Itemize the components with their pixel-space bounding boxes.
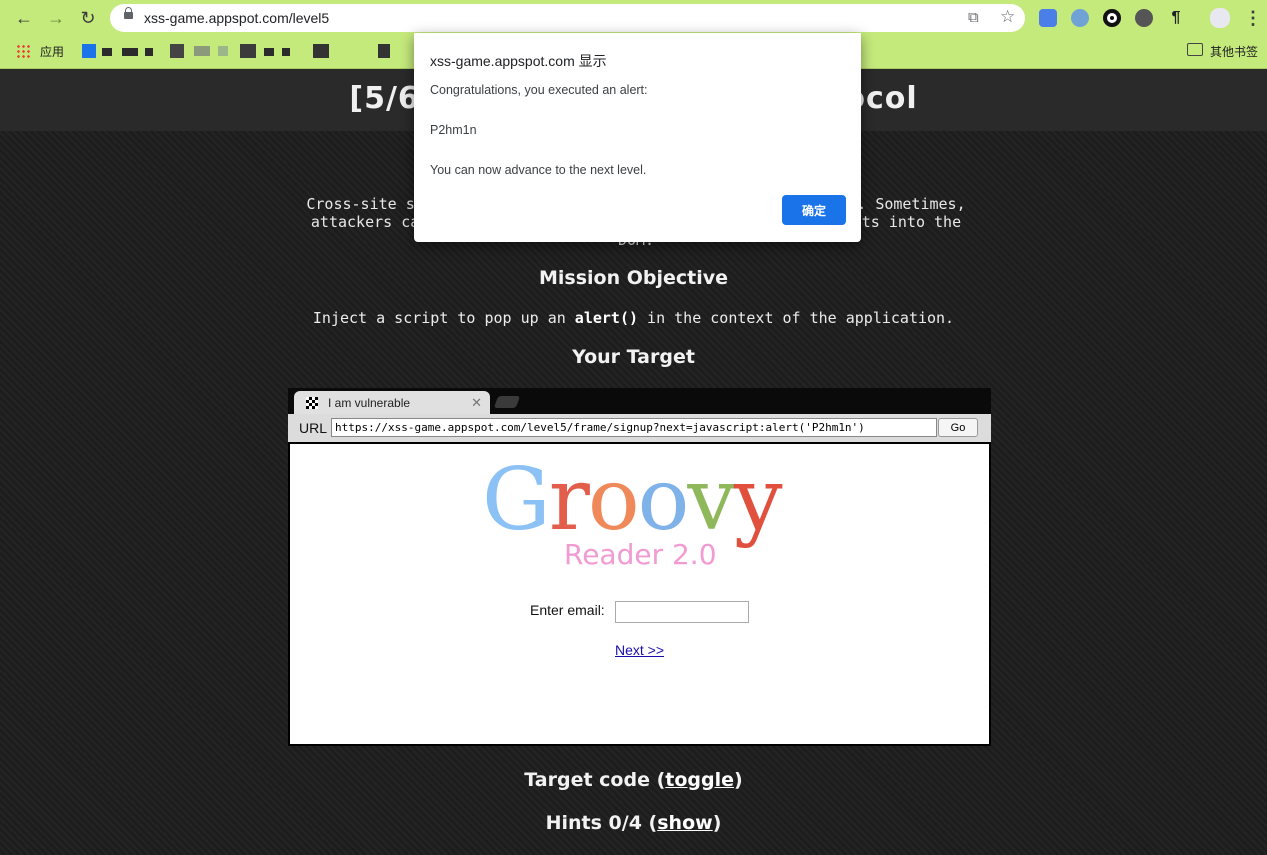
target-code-label: Target code ( xyxy=(524,769,666,791)
apps-grid-icon[interactable] xyxy=(16,44,30,58)
email-label: Enter email: xyxy=(530,602,605,618)
paragraph-extension-icon[interactable]: ¶ xyxy=(1167,9,1185,27)
bookmark-favicon-icon[interactable] xyxy=(264,48,274,56)
forward-arrow-icon[interactable]: → xyxy=(44,6,68,30)
logo-letter: G xyxy=(482,450,551,550)
frame-body: Groovy Reader 2.0 Enter email: Next >> xyxy=(290,444,989,744)
other-bookmarks[interactable]: 其他书签 xyxy=(1210,43,1258,60)
go-button[interactable]: Go xyxy=(938,418,978,437)
close-paren: ) xyxy=(712,812,722,834)
bookmark-favicon-icon[interactable] xyxy=(82,44,96,58)
close-paren: ) xyxy=(734,769,743,791)
logo-letter: o xyxy=(587,450,640,550)
gear-extension-icon[interactable] xyxy=(1135,9,1153,27)
frame-tab[interactable]: I am vulnerable ✕ xyxy=(294,391,490,414)
translate-icon[interactable]: ⧉ xyxy=(968,9,979,26)
frame-tab-title: I am vulnerable xyxy=(328,396,411,410)
address-url[interactable]: xss-game.appspot.com/level5 xyxy=(144,10,329,26)
close-tab-icon[interactable]: ✕ xyxy=(471,395,482,411)
bookmark-favicon-icon[interactable] xyxy=(240,44,256,58)
ok-button[interactable]: 确定 xyxy=(782,195,846,225)
logo-letter: o xyxy=(637,450,690,550)
email-field[interactable] xyxy=(615,601,749,623)
target-code-heading: Target code (toggle) xyxy=(0,769,1267,791)
logo-letter: y xyxy=(733,450,783,550)
profile-avatar-icon[interactable] xyxy=(1210,8,1230,28)
new-tab-button[interactable] xyxy=(493,396,521,408)
frame-tabstrip: I am vulnerable ✕ xyxy=(288,388,991,414)
target-frame: I am vulnerable ✕ URL Go Groovy Reader 2… xyxy=(288,388,991,746)
browser-toolbar: ← → ↻ xss-game.appspot.com/level5 ⧉ ☆ ¶ … xyxy=(0,0,1267,36)
mission-heading: Mission Objective xyxy=(538,267,729,289)
bookmark-apps[interactable]: 应用 xyxy=(40,43,64,60)
logo-letter: r xyxy=(548,450,590,550)
dialog-title: xss-game.appspot.com 显示 xyxy=(430,53,607,69)
star-bookmark-icon[interactable]: ☆ xyxy=(1000,7,1015,27)
circle-extension-icon[interactable] xyxy=(1103,9,1121,27)
bookmark-favicon-icon[interactable] xyxy=(145,48,153,56)
hints-heading: Hints 0/4 (show) xyxy=(0,812,1267,834)
bookmark-favicon-icon[interactable] xyxy=(194,46,210,56)
logo-letter: v xyxy=(687,450,736,550)
bookmark-favicon-icon[interactable] xyxy=(122,48,138,56)
address-bar[interactable]: xss-game.appspot.com/level5 ⧉ ☆ xyxy=(110,4,1025,32)
alert-dialog: xss-game.appspot.com 显示 Congratulations,… xyxy=(414,33,861,242)
bookmark-favicon-icon[interactable] xyxy=(313,44,329,58)
logo-subtitle: Reader 2.0 xyxy=(564,538,717,571)
show-hints-link[interactable]: show xyxy=(657,812,712,834)
toggle-link[interactable]: toggle xyxy=(665,769,734,791)
google-translate-extension-icon[interactable] xyxy=(1039,9,1057,27)
dialog-alert-value: P2hm1n xyxy=(430,123,477,137)
objective-suffix: in the context of the application. xyxy=(647,309,955,327)
bookmark-favicon-icon[interactable] xyxy=(378,44,390,58)
bookmark-favicon-icon[interactable] xyxy=(218,46,228,56)
frame-url-bar: URL Go xyxy=(288,414,991,442)
bookmark-favicon-icon[interactable] xyxy=(170,44,184,58)
next-link[interactable]: Next >> xyxy=(615,642,664,658)
lock-icon xyxy=(124,7,133,19)
back-arrow-icon[interactable]: ← xyxy=(12,6,36,30)
menu-kebab-icon[interactable]: ⋮ xyxy=(1241,6,1265,30)
target-heading: Your Target xyxy=(572,346,695,368)
objective-code: alert() xyxy=(574,309,639,327)
checkered-favicon-icon xyxy=(306,397,318,409)
dialog-advance-message: You can now advance to the next level. xyxy=(430,163,647,177)
frame-url-input[interactable] xyxy=(331,418,937,437)
folder-icon xyxy=(1187,43,1203,56)
objective-prefix: Inject a script to pop up an xyxy=(312,309,566,327)
bookmark-favicon-icon[interactable] xyxy=(282,48,290,56)
cloud-extension-icon[interactable] xyxy=(1071,9,1089,27)
bookmark-favicon-icon[interactable] xyxy=(102,48,112,56)
dialog-message: Congratulations, you executed an alert: xyxy=(430,83,648,97)
frame-url-label: URL xyxy=(299,420,328,436)
hints-label: Hints 0/4 ( xyxy=(545,812,658,834)
reload-icon[interactable]: ↻ xyxy=(76,6,100,30)
mission-objective: Inject a script to pop up an alert() in … xyxy=(0,309,1267,327)
